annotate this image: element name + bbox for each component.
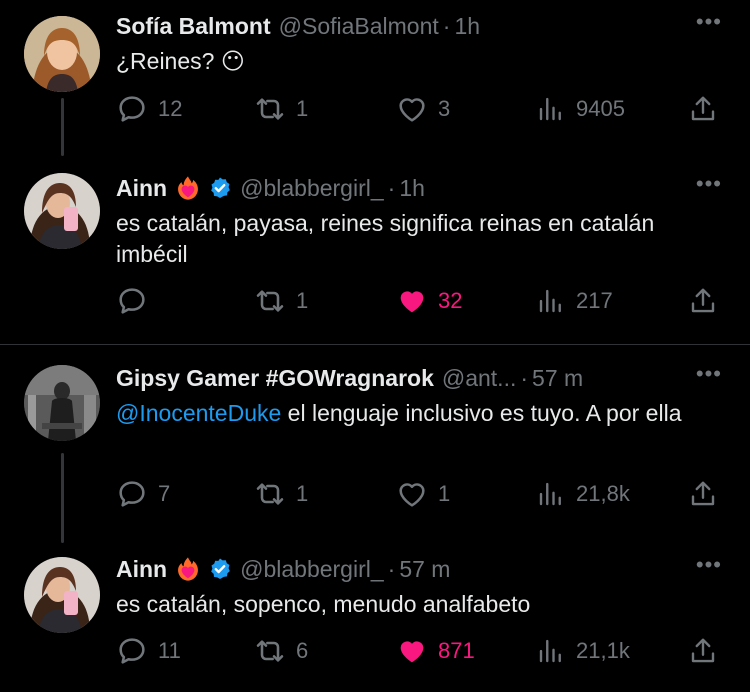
share-button[interactable] [688,477,718,511]
author-name[interactable]: Ainn [116,556,167,583]
view-count: 21,1k [576,638,630,663]
like-icon [396,285,428,317]
like-button[interactable]: 32 [396,284,462,318]
tweet-text: es catalán, payasa, reines significa rei… [116,210,655,267]
reply-button[interactable] [116,284,148,318]
author-handle[interactable]: @SofiaBalmont [279,13,439,40]
like-button[interactable]: 1 [396,477,450,511]
tweet-text: es catalán, sopenco, menudo analfabeto [116,591,531,617]
more-icon[interactable]: ••• [696,363,722,385]
retweet-count: 1 [296,481,309,506]
tweet-text: @InocenteDuke el lenguaje inclusivo es t… [116,398,722,429]
separator-dot: · [387,555,396,582]
reply-icon [116,93,148,125]
retweet-icon [254,93,286,125]
thread-line [61,453,64,543]
avatar[interactable] [24,365,100,441]
separator-dot: · [387,174,396,201]
views-icon [536,479,566,509]
verified-icon[interactable] [208,557,232,581]
like-button[interactable]: 3 [396,92,450,126]
separator-dot: · [520,364,529,391]
separator-dot: · [442,12,451,39]
author-handle[interactable]: @blabbergirl_ [240,556,384,583]
more-icon[interactable]: ••• [696,173,722,195]
retweet-count: 1 [296,96,309,121]
share-icon [688,286,718,316]
like-count: 1 [438,481,451,506]
tweet-1[interactable]: Sofía Balmont @SofiaBalmont · 1h ••• ¿Re… [0,0,750,165]
like-count: 3 [438,96,451,121]
verified-icon[interactable] [208,176,232,200]
timestamp[interactable]: 57 m [532,365,583,392]
avatar[interactable] [24,16,100,92]
reply-button[interactable]: 7 [116,477,170,511]
more-icon[interactable]: ••• [696,554,722,576]
tweet-4[interactable]: Ainn @blabbergirl_ · 57 m ••• es catalán… [0,543,750,692]
views-icon [536,286,566,316]
reply-button[interactable]: 12 [116,92,182,126]
avatar[interactable] [24,557,100,633]
author-name[interactable]: Gipsy Gamer #GOWragnarok [116,365,434,392]
author-handle[interactable]: @blabbergirl_ [240,175,384,202]
retweet-button[interactable]: 1 [254,92,308,126]
views-icon [536,636,566,666]
like-button[interactable]: 871 [396,634,475,668]
retweet-button[interactable]: 1 [254,477,308,511]
views-button[interactable]: 9405 [536,92,625,126]
retweet-count: 1 [296,288,309,313]
timestamp[interactable]: 1h [399,175,425,202]
like-count: 871 [438,638,475,663]
tweet-2[interactable]: Ainn @blabbergirl_ · 1h ••• es catalán, … [0,165,750,343]
heart-on-fire-emoji [174,555,202,583]
share-icon [688,636,718,666]
like-icon [396,478,428,510]
retweet-button[interactable]: 1 [254,284,308,318]
retweet-button[interactable]: 6 [254,634,308,668]
reply-icon [116,635,148,667]
share-button[interactable] [688,634,718,668]
reply-icon [116,285,148,317]
like-count: 32 [438,288,463,313]
like-icon [396,635,428,667]
retweet-icon [254,635,286,667]
views-button[interactable]: 21,8k [536,477,630,511]
tweet-text: ¿Reines? 😶 [116,48,245,74]
tweet-text-body: el lenguaje inclusivo es tuyo. A por ell… [281,400,682,426]
retweet-icon [254,478,286,510]
reply-button[interactable]: 11 [116,634,181,668]
avatar[interactable] [24,173,100,249]
view-count: 21,8k [576,481,630,506]
share-button[interactable] [688,284,718,318]
author-name[interactable]: Ainn [116,175,167,202]
views-button[interactable]: 217 [536,284,613,318]
author-handle[interactable]: @ant... [442,365,517,392]
reply-icon [116,478,148,510]
retweet-icon [254,285,286,317]
view-count: 217 [576,288,613,313]
retweet-count: 6 [296,638,309,663]
share-icon [688,94,718,124]
view-count: 9405 [576,96,625,121]
mention-link[interactable]: @InocenteDuke [116,400,281,426]
reply-count: 12 [158,96,183,121]
thread-line [61,98,64,156]
share-icon [688,479,718,509]
author-name[interactable]: Sofía Balmont [116,13,271,40]
tweet-3[interactable]: Gipsy Gamer #GOWragnarok @ant... · 57 m … [0,345,750,543]
share-button[interactable] [688,92,718,126]
views-button[interactable]: 21,1k [536,634,630,668]
timestamp[interactable]: 57 m [399,556,450,583]
timestamp[interactable]: 1h [454,13,480,40]
heart-on-fire-emoji [174,174,202,202]
views-icon [536,94,566,124]
like-icon [396,93,428,125]
more-icon[interactable]: ••• [696,11,722,33]
reply-count: 7 [158,481,171,506]
reply-count: 11 [158,638,181,663]
